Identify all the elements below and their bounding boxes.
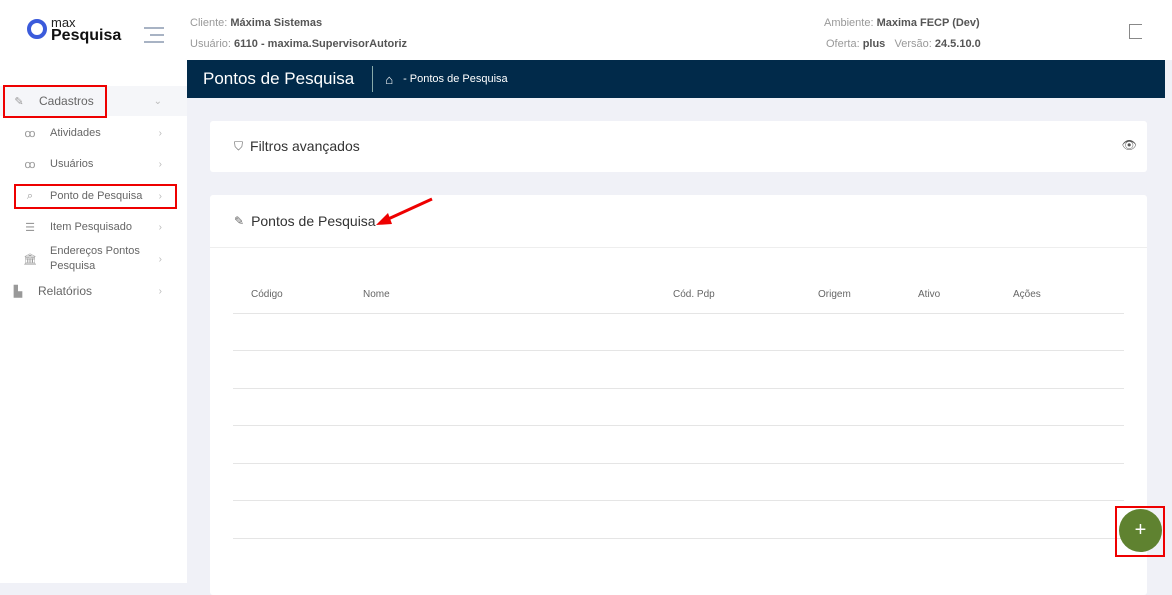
- sidebar-item-usuarios[interactable]: ꝏ Usuários ›: [0, 149, 187, 179]
- home-icon[interactable]: ⌂: [385, 72, 393, 87]
- column-header[interactable]: Nome: [363, 277, 673, 314]
- page-title: Pontos de Pesquisa: [187, 66, 374, 92]
- filters-toggle[interactable]: ⛉ Filtros avançados: [234, 138, 360, 154]
- annotation-arrow: [376, 197, 433, 225]
- column-header[interactable]: Ativo: [918, 277, 1013, 314]
- page-header: Pontos de Pesquisa ⌂ - Pontos de Pesquis…: [187, 60, 1165, 98]
- menu-toggle-icon[interactable]: [144, 27, 164, 48]
- sidebar-item-relatorios[interactable]: ▙ Relatórios ›: [0, 276, 187, 306]
- chevron-right-icon: ›: [158, 285, 162, 297]
- column-header[interactable]: Código: [233, 277, 363, 314]
- list-header: ✎ Pontos de Pesquisa: [234, 213, 376, 229]
- chevron-right-icon: ›: [158, 221, 162, 233]
- sidebar-item-atividades[interactable]: ꝏ Atividades ›: [0, 118, 187, 148]
- chevron-right-icon: ›: [158, 158, 162, 170]
- table-row: [233, 463, 1124, 501]
- table-row: [233, 500, 1124, 539]
- eye-icon[interactable]: 👁: [1122, 138, 1137, 152]
- table-header-row: Código Nome Cód. Pdp Origem Ativo Ações: [233, 277, 1124, 314]
- sidebar-item-enderecos[interactable]: 🏛 Endereços Pontos Pesquisa ›: [0, 243, 187, 275]
- list-icon: ☰: [25, 221, 35, 234]
- column-header[interactable]: Cód. Pdp: [673, 277, 818, 314]
- logout-icon[interactable]: [1129, 24, 1142, 39]
- table-row: [233, 388, 1124, 426]
- filters-card: ⛉ Filtros avançados 👁: [210, 121, 1147, 172]
- table-row: [233, 425, 1124, 464]
- column-header: Ações: [1013, 277, 1124, 314]
- user-info: Usuário: 6110 - maxima.SupervisorAutoriz: [190, 38, 408, 50]
- breadcrumb: - Pontos de Pesquisa: [403, 73, 508, 85]
- edit-icon: ✎: [234, 214, 245, 228]
- sidebar-label: Item Pesquisado: [50, 221, 132, 233]
- client-info: Cliente: Máxima Sistemas: [190, 17, 323, 29]
- sidebar-label: Atividades: [50, 127, 101, 139]
- list-title: Pontos de Pesquisa: [251, 213, 376, 229]
- environment-info: Ambiente: Maxima FECP (Dev): [824, 17, 980, 29]
- chevron-right-icon: ›: [158, 127, 162, 139]
- table-row: [233, 313, 1124, 351]
- highlight-box: [14, 184, 177, 209]
- sidebar-item-item-pesquisado[interactable]: ☰ Item Pesquisado ›: [0, 212, 187, 242]
- sidebar-label: Relatórios: [38, 284, 93, 298]
- filter-icon: ⛉: [234, 138, 244, 153]
- table-row: [233, 350, 1124, 389]
- bank-icon: 🏛: [23, 253, 37, 266]
- list-card: ✎ Pontos de Pesquisa Código Nome Cód. Pdp…: [210, 195, 1147, 595]
- sidebar-label: Endereços Pontos Pesquisa: [50, 245, 140, 272]
- top-bar: max Pesquisa Cliente: Máxima Sistemas Usu…: [0, 0, 1172, 60]
- bar-chart-icon: ▙: [13, 285, 23, 298]
- users-icon: ꝏ: [24, 158, 36, 171]
- data-table: Código Nome Cód. Pdp Origem Ativo Ações: [233, 277, 1124, 539]
- sidebar-label: Usuários: [50, 158, 94, 170]
- highlight-box: [3, 85, 107, 118]
- filters-title: Filtros avançados: [250, 138, 360, 154]
- sidebar: ✎ Cadastros ⌄ ꝏ Atividades › ꝏ Usuários › ⌕ Pon…: [0, 60, 187, 583]
- logo-icon: [27, 19, 47, 39]
- logo-line2: Pesquisa: [51, 27, 122, 44]
- logo[interactable]: max Pesquisa: [27, 16, 122, 44]
- column-header[interactable]: Origem: [818, 277, 918, 314]
- chevron-down-icon: ⌄: [153, 95, 162, 107]
- highlight-box: [1115, 506, 1165, 557]
- chevron-right-icon: ›: [158, 253, 162, 265]
- version-info: Oferta: plus Versão: 24.5.10.0: [826, 38, 981, 50]
- users-icon: ꝏ: [24, 127, 36, 140]
